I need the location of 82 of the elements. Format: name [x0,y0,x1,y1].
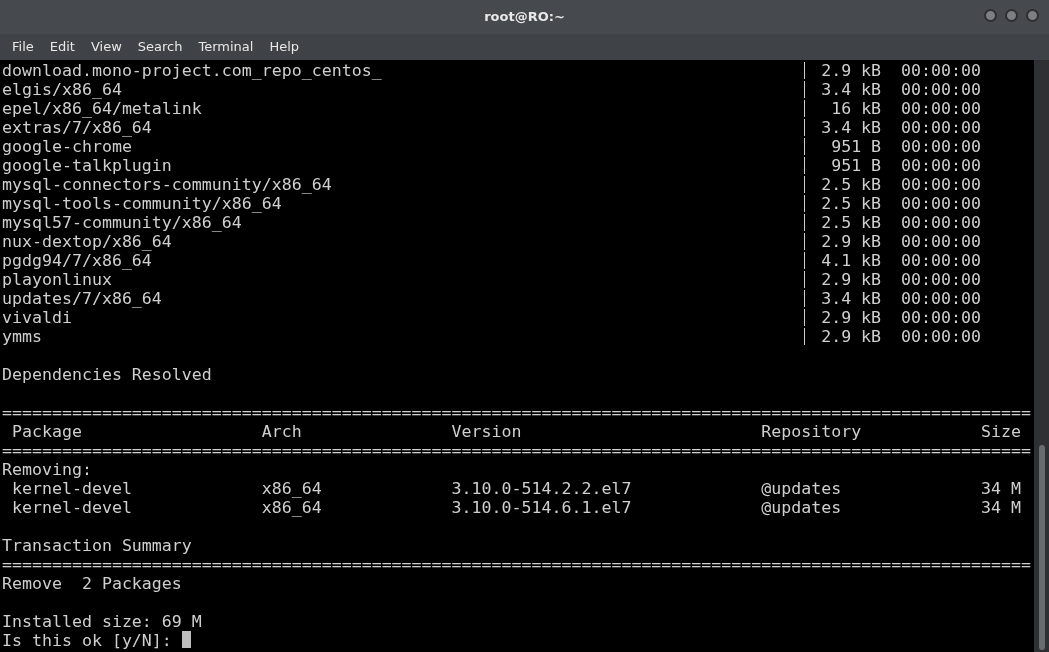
table-cell-text: kernel-devel [12,498,133,517]
elapsed-time: 00:00:00 [901,251,981,270]
prompt-text: Is this ok [y/N]: [2,631,172,650]
table-cell-text: x86_64 [261,498,323,517]
elapsed-time: 00:00:00 [901,61,981,80]
download-size: 3.4 kB [820,289,882,308]
elapsed-time: 00:00:00 [901,194,981,213]
column-header: Version [451,422,523,441]
download-size: 3.4 kB [820,118,882,137]
scrollbar-thumb[interactable] [1039,445,1045,650]
elapsed-time: 00:00:00 [901,232,981,251]
close-button[interactable] [1026,9,1039,22]
download-size: 4.1 kB [820,251,882,270]
table-cell-text: 3.10.0-514.6.1.el7 [451,498,633,517]
table-cell-text: 34 M [980,498,1021,517]
elapsed-time: 00:00:00 [901,137,981,156]
elapsed-time: 00:00:00 [901,327,981,346]
repo-name: ymms [2,327,43,346]
repo-name: epel/x86_64/metalink [2,99,203,118]
table-cell-text: 34 M [980,479,1021,498]
repo-name: mysql57-community/x86_64 [2,213,243,232]
separator-line: ======================================================================================================= [2,441,1031,460]
summary-text: Installed size: 69 M [2,612,202,631]
column-header: Repository [761,422,863,441]
repo-name: google-talkplugin [2,156,173,175]
download-size: 2.5 kB [820,213,882,232]
download-size: 2.9 kB [820,270,882,289]
section-label: Removing: [2,460,92,479]
scrollbar[interactable] [1034,60,1049,652]
column-header: Package [12,422,83,441]
repo-name: updates/7/x86_64 [2,289,163,308]
table-cell-text: 3.10.0-514.2.2.el7 [451,479,633,498]
repo-name: mysql-connectors-community/x86_64 [2,175,333,194]
repo-name: nux-dextop/x86_64 [2,232,173,251]
separator-line: ======================================================================================================= [2,555,1031,574]
download-size: 2.9 kB [820,308,882,327]
menu-item[interactable]: View [82,37,130,57]
maximize-button[interactable] [1005,9,1018,22]
column-header: Arch [261,422,303,441]
download-size: 3.4 kB [820,80,882,99]
separator-line: ======================================================================================================= [2,403,1031,422]
elapsed-time: 00:00:00 [901,80,981,99]
section-heading: Transaction Summary [2,536,192,555]
repo-name: playonlinux [2,270,113,289]
elapsed-time: 00:00:00 [901,308,981,327]
elapsed-time: 00:00:00 [901,99,981,118]
download-size: 16 kB [830,99,882,118]
repo-name: extras/7/x86_64 [2,118,153,137]
repo-name: elgis/x86_64 [2,80,123,99]
download-size: 951 B [830,156,882,175]
menu-item[interactable]: Help [261,37,308,57]
repo-name: download.mono-project.com_repo_centos_ [2,61,383,80]
column-header: Size [980,422,1021,441]
summary-text: Remove 2 Packages [2,574,182,593]
elapsed-time: 00:00:00 [901,270,981,289]
table-cell-text: @updates [761,479,843,498]
elapsed-time: 00:00:00 [901,175,981,194]
repo-name: vivaldi [2,308,73,327]
repo-name: pgdg94/7/x86_64 [2,251,153,270]
download-size: 951 B [830,137,882,156]
elapsed-time: 00:00:00 [901,213,981,232]
repo-name: google-chrome [2,137,133,156]
elapsed-time: 00:00:00 [901,118,981,137]
window-title: root@RO:~ [484,8,565,27]
menu-item[interactable]: Terminal [190,37,262,57]
menu-item[interactable]: File [4,37,42,57]
status-text: Dependencies Resolved [2,365,212,384]
download-size: 2.9 kB [820,232,882,251]
download-size: 2.9 kB [820,327,882,346]
elapsed-time: 00:00:00 [901,156,981,175]
table-cell-text: kernel-devel [12,479,133,498]
elapsed-time: 00:00:00 [901,289,981,308]
download-size: 2.9 kB [820,61,882,80]
download-size: 2.5 kB [820,194,882,213]
minimize-button[interactable] [984,9,997,22]
menu-item[interactable]: Edit [41,37,83,57]
menu-item[interactable]: Search [129,37,191,57]
repo-name: mysql-tools-community/x86_64 [2,194,283,213]
text-cursor [181,631,191,648]
download-size: 2.5 kB [820,175,882,194]
table-cell-text: @updates [761,498,843,517]
table-cell-text: x86_64 [261,479,323,498]
